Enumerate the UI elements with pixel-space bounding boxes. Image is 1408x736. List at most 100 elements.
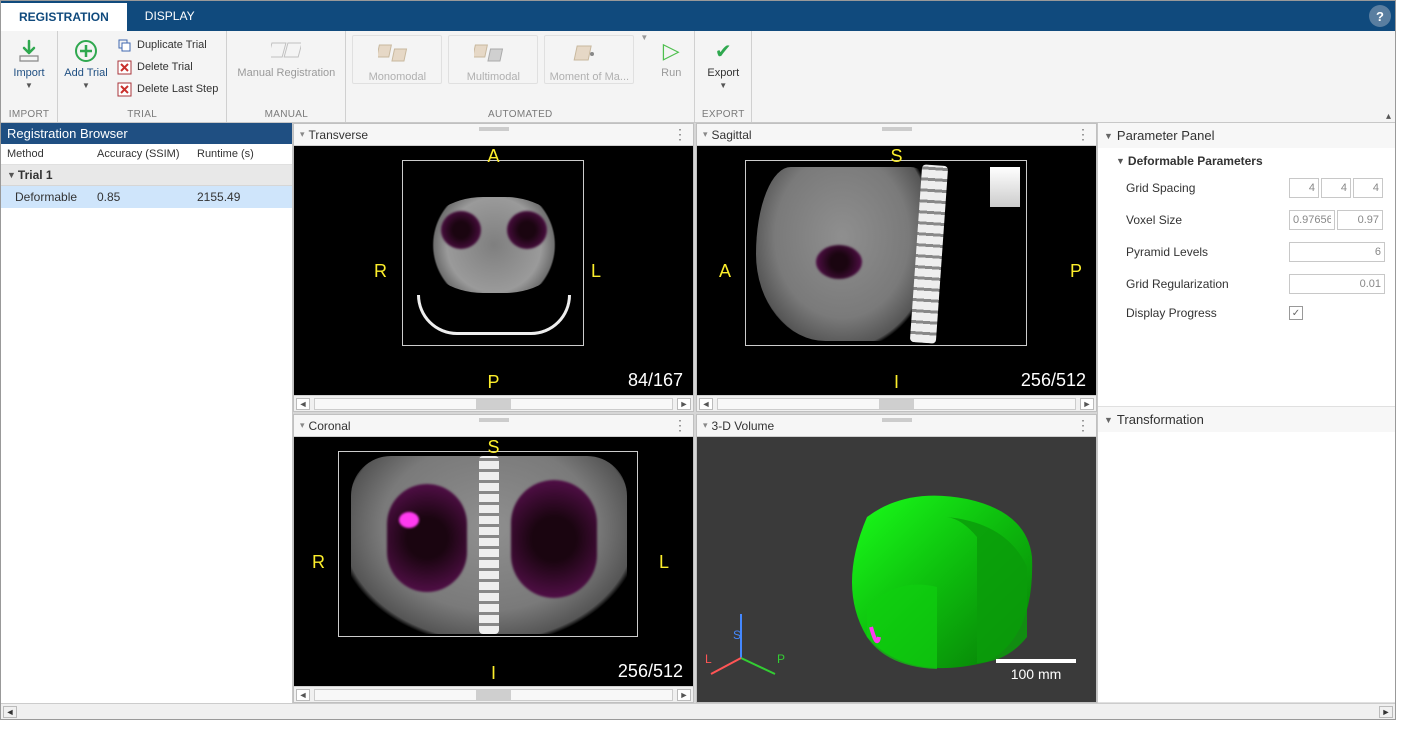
monomodal-icon — [377, 40, 417, 68]
run-icon: ▷ — [656, 37, 686, 65]
multimodal-icon — [473, 40, 513, 68]
pyramid-levels-label: Pyramid Levels — [1126, 245, 1289, 259]
view-title-volume[interactable]: ▾ 3-D Volume ⋮ — [697, 415, 1096, 437]
deformable-section[interactable]: ▼ Deformable Parameters — [1098, 148, 1395, 172]
display-progress-checkbox[interactable]: ✓ — [1289, 306, 1303, 320]
display-progress-label: Display Progress — [1126, 306, 1289, 320]
chevron-down-icon: ▼ — [719, 81, 727, 90]
grid-spacing-y[interactable] — [1321, 178, 1351, 198]
grid-regularization-input[interactable] — [1289, 274, 1385, 294]
pyramid-levels-input[interactable] — [1289, 242, 1385, 262]
drag-grip-icon[interactable] — [479, 418, 509, 422]
monomodal-button[interactable]: Monomodal — [352, 35, 442, 84]
export-button[interactable]: ✔ Export ▼ — [699, 33, 747, 90]
voxel-size-1[interactable] — [1289, 210, 1335, 230]
collapse-toolstrip-icon[interactable]: ▴ — [1386, 111, 1391, 122]
slice-counter: 256/512 — [618, 661, 683, 682]
grid-spacing-z[interactable] — [1353, 178, 1383, 198]
viewport-grid: ▾ Transverse ⋮ A P R L 84/1 — [293, 123, 1097, 703]
view-menu-icon[interactable]: ⋮ — [673, 126, 687, 143]
scroll-left-icon[interactable]: ◄ — [296, 398, 310, 410]
manual-registration-button[interactable]: Manual Registration — [231, 33, 341, 79]
orient-right: L — [591, 261, 601, 282]
transverse-viewport[interactable]: A P R L 84/167 — [294, 146, 693, 395]
scroll-left-icon[interactable]: ◄ — [3, 706, 17, 718]
parameter-panel-header[interactable]: ▼ Parameter Panel — [1098, 123, 1395, 148]
view-title-sagittal[interactable]: ▾ Sagittal ⋮ — [697, 124, 1096, 146]
slice-counter: 256/512 — [1021, 370, 1086, 391]
tab-display[interactable]: DISPLAY — [127, 1, 213, 31]
sagittal-scrollbar[interactable]: ◄ ► — [697, 395, 1096, 411]
scroll-right-icon[interactable]: ► — [1379, 706, 1393, 718]
axis-s: S — [733, 628, 741, 642]
delete-trial-icon — [116, 59, 132, 75]
import-button[interactable]: Import ▼ — [5, 33, 53, 90]
trial-row[interactable]: ▼ Trial 1 — [1, 165, 292, 186]
voxel-size-2[interactable] — [1337, 210, 1383, 230]
registration-browser: Registration Browser Method Accuracy (SS… — [1, 123, 293, 703]
automated-dropdown[interactable]: ▼ — [640, 33, 648, 42]
duplicate-trial-button[interactable]: Duplicate Trial — [112, 35, 222, 55]
view-menu-icon[interactable]: ⋮ — [1076, 417, 1090, 434]
orient-bottom: P — [487, 372, 499, 393]
group-label-export: EXPORT — [699, 107, 747, 122]
chevron-down-icon: ▼ — [82, 81, 90, 90]
chevron-down-icon: ▼ — [25, 81, 33, 90]
coronal-scrollbar[interactable]: ◄ ► — [294, 686, 693, 702]
view-title-transverse[interactable]: ▾ Transverse ⋮ — [294, 124, 693, 146]
import-icon — [14, 37, 44, 65]
orient-left: A — [719, 261, 731, 282]
grid-regularization-label: Grid Regularization — [1126, 277, 1289, 291]
scroll-right-icon[interactable]: ► — [1080, 398, 1094, 410]
drag-grip-icon[interactable] — [882, 127, 912, 131]
orient-right: L — [659, 552, 669, 573]
parameter-panel: ▼ Parameter Panel ▼ Deformable Parameter… — [1097, 123, 1395, 703]
orient-top: S — [890, 146, 902, 167]
view-title-coronal[interactable]: ▾ Coronal ⋮ — [294, 415, 693, 437]
grid-spacing-x[interactable] — [1289, 178, 1319, 198]
scroll-left-icon[interactable]: ◄ — [296, 689, 310, 701]
group-label-import: IMPORT — [5, 107, 53, 122]
add-trial-button[interactable]: Add Trial ▼ — [62, 33, 110, 90]
group-label-automated: AUTOMATED — [350, 107, 690, 122]
chevron-down-icon: ▾ — [703, 129, 708, 140]
grid-spacing-label: Grid Spacing — [1126, 181, 1289, 195]
orient-bottom: I — [491, 663, 496, 684]
view-menu-icon[interactable]: ⋮ — [1076, 126, 1090, 143]
drag-grip-icon[interactable] — [882, 418, 912, 422]
collapse-icon: ▼ — [7, 170, 16, 180]
sagittal-viewport[interactable]: S I A P 256/512 — [697, 146, 1096, 395]
collapse-icon: ▼ — [1104, 131, 1113, 141]
scale-bar: 100 mm — [996, 659, 1076, 682]
orientation-axes-icon — [705, 602, 785, 682]
delete-last-step-button[interactable]: Delete Last Step — [112, 79, 222, 99]
orient-bottom: I — [894, 372, 899, 393]
tab-registration[interactable]: REGISTRATION — [1, 1, 127, 31]
chevron-down-icon: ▾ — [300, 129, 305, 140]
scroll-left-icon[interactable]: ◄ — [699, 398, 713, 410]
volume-viewport[interactable]: S P L 100 mm — [697, 437, 1096, 702]
moment-of-mass-button[interactable]: Moment of Ma... — [544, 35, 634, 84]
scroll-right-icon[interactable]: ► — [677, 689, 691, 701]
delete-trial-button[interactable]: Delete Trial — [112, 57, 222, 77]
orient-top: A — [487, 146, 499, 167]
multimodal-button[interactable]: Multimodal — [448, 35, 538, 84]
drag-grip-icon[interactable] — [479, 127, 509, 131]
title-tabbar: REGISTRATION DISPLAY ? — [1, 1, 1395, 31]
orient-top: S — [487, 437, 499, 458]
manual-registration-icon — [271, 37, 301, 65]
collapse-icon: ▼ — [1104, 415, 1113, 425]
coronal-viewport[interactable]: S I R L 256/512 — [294, 437, 693, 686]
run-button[interactable]: ▷ Run — [652, 33, 690, 79]
view-menu-icon[interactable]: ⋮ — [673, 417, 687, 434]
help-icon[interactable]: ? — [1369, 5, 1391, 27]
transverse-scrollbar[interactable]: ◄ ► — [294, 395, 693, 411]
trial-step-row[interactable]: Deformable 0.85 2155.49 — [1, 186, 292, 208]
scroll-right-icon[interactable]: ► — [677, 398, 691, 410]
transformation-header[interactable]: ▼ Transformation — [1098, 407, 1395, 432]
group-label-trial: TRIAL — [62, 107, 222, 122]
add-trial-icon — [71, 37, 101, 65]
app-horizontal-scrollbar[interactable]: ◄ ► — [1, 703, 1395, 719]
duplicate-icon — [116, 37, 132, 53]
voxel-size-label: Voxel Size — [1126, 213, 1289, 227]
